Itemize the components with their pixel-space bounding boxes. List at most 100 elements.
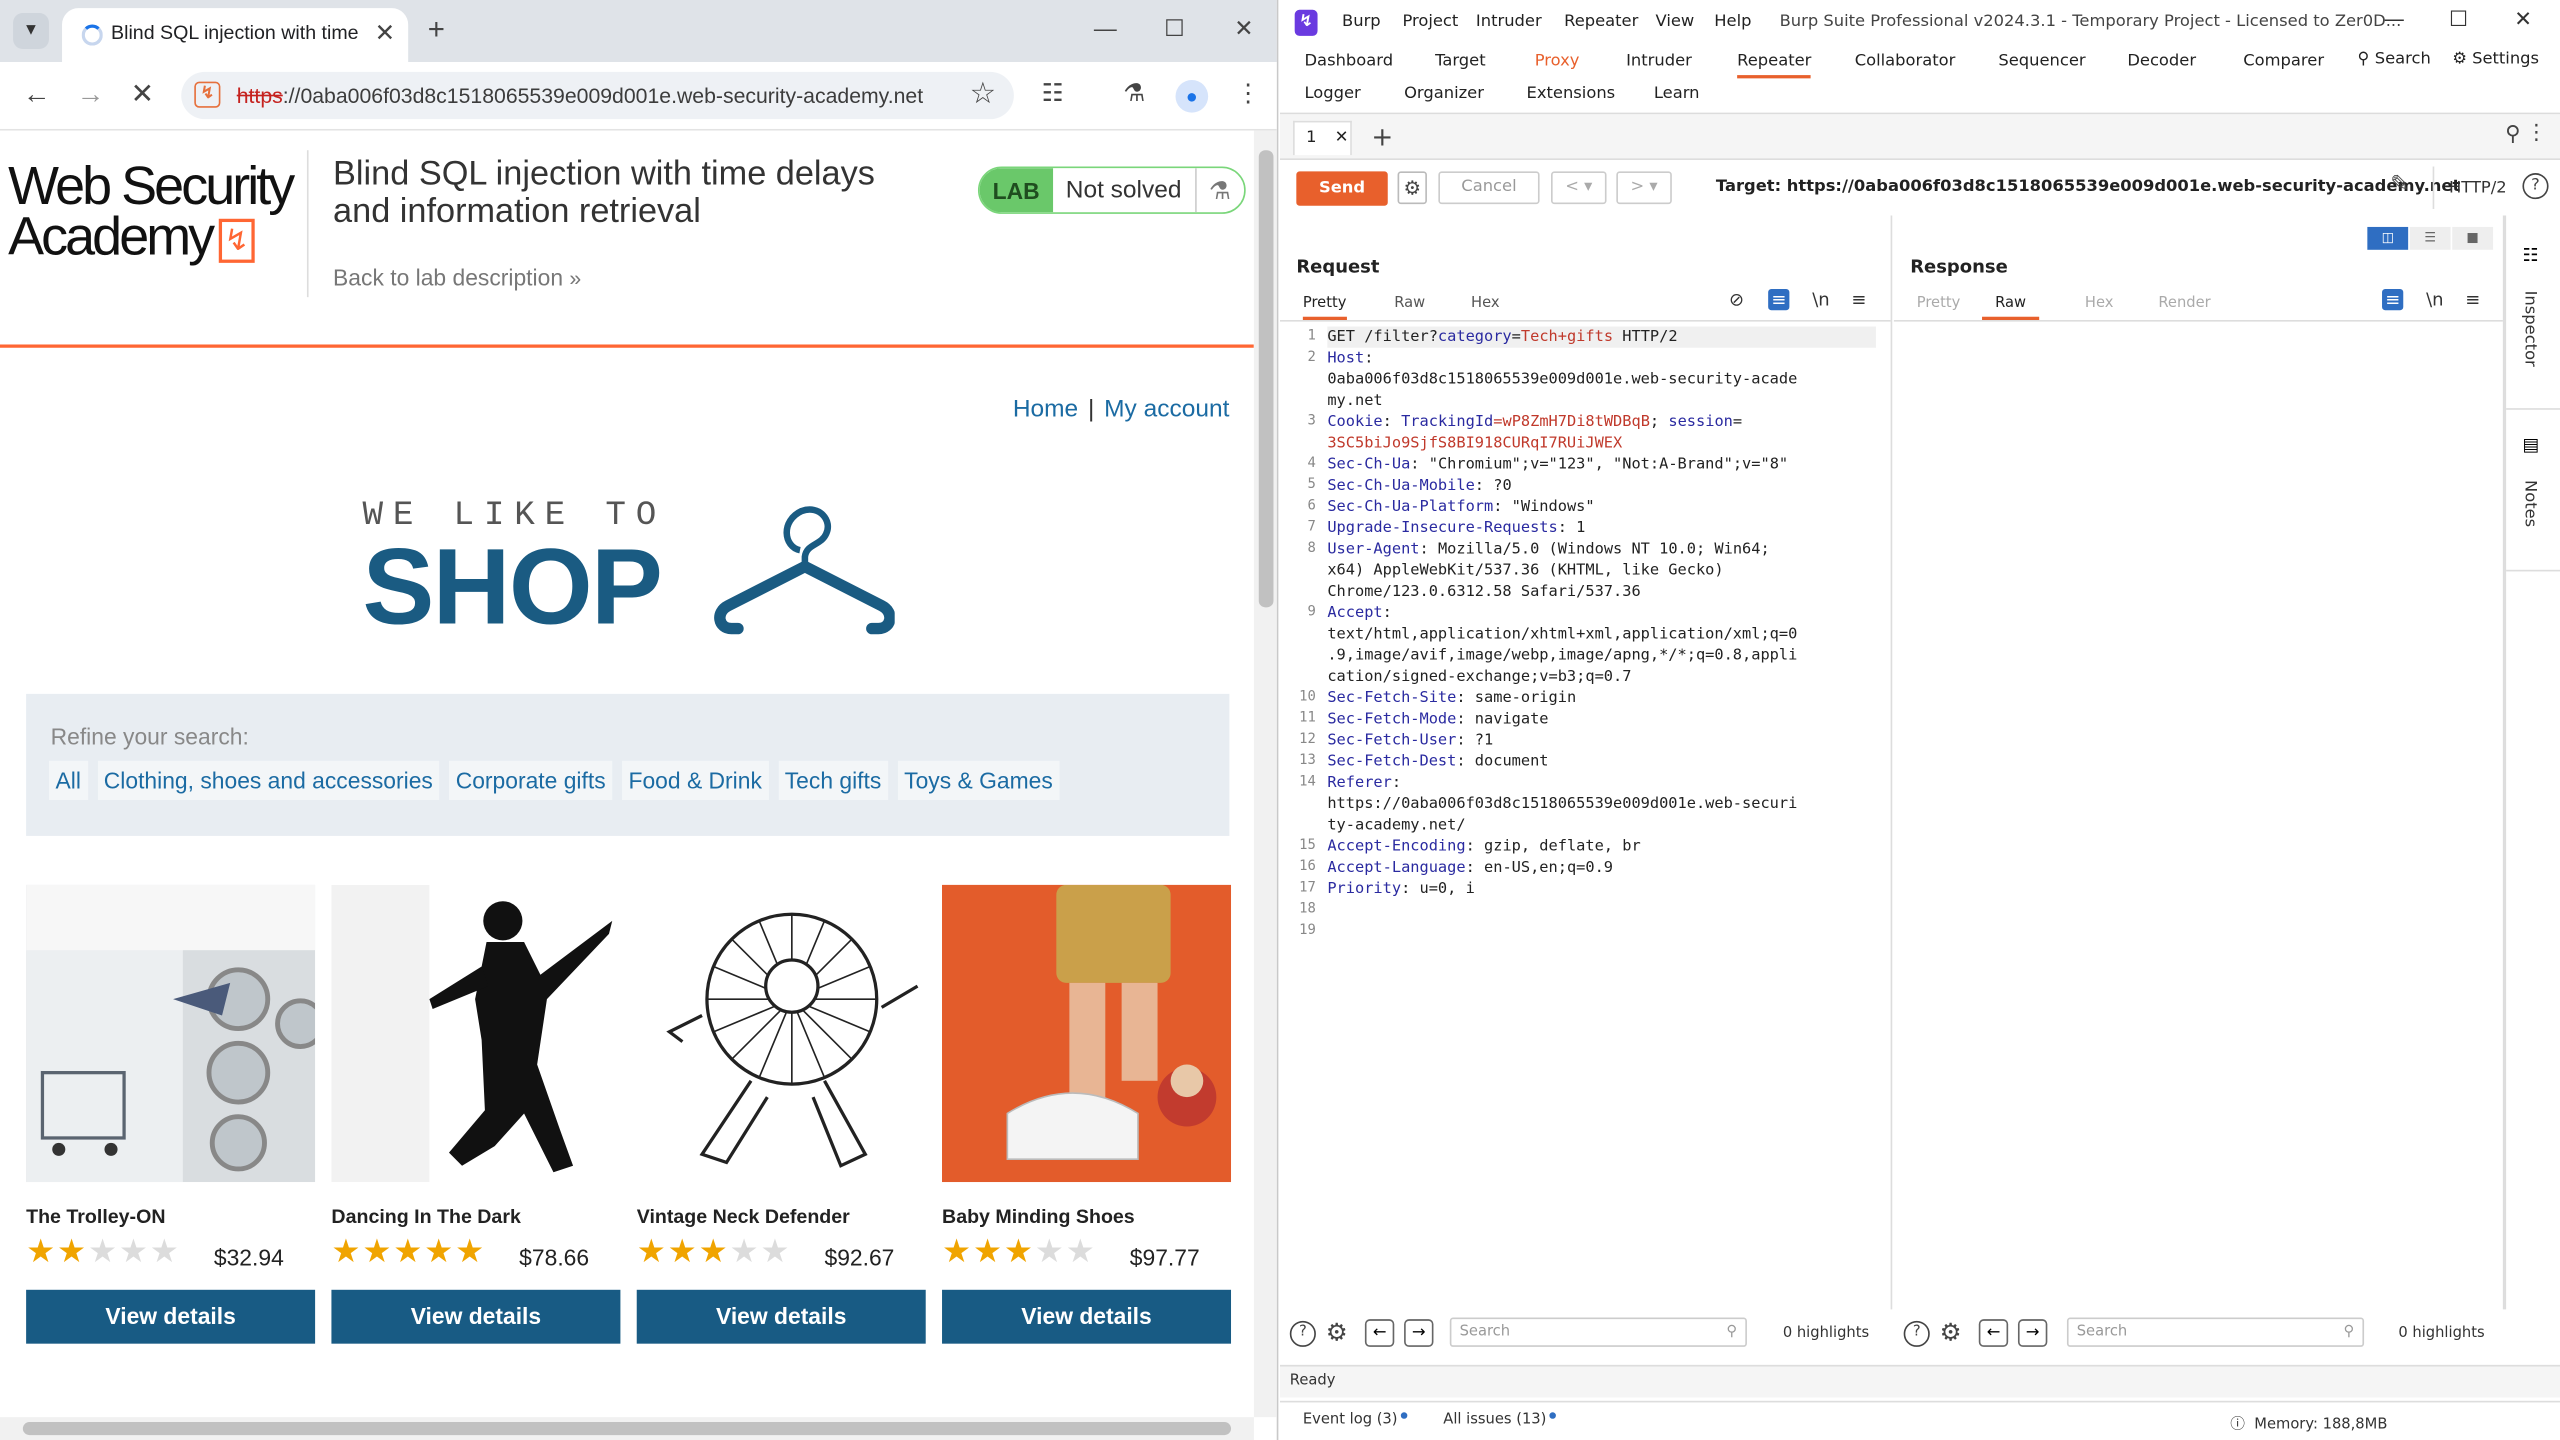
wrap-lines-icon[interactable]: ≡ [1768, 288, 1790, 311]
tab-comparer[interactable]: Comparer [2243, 52, 2324, 70]
close-window-icon[interactable]: ✕ [1234, 15, 1253, 43]
response-tab-render[interactable]: Render [2158, 296, 2210, 312]
send-button[interactable]: Send [1296, 171, 1388, 206]
help-icon[interactable]: ? [2522, 173, 2549, 200]
view-details-button[interactable]: View details [26, 1289, 316, 1344]
tab-proxy[interactable]: Proxy [1535, 52, 1580, 70]
product-image-trolley[interactable] [26, 884, 316, 1183]
history-back-button[interactable]: < ▾ [1551, 171, 1607, 205]
memory-indicator[interactable]: ⓘ Memory: 188,8MB [2230, 1412, 2387, 1433]
all-issues-link[interactable]: All issues (13) [1443, 1412, 1557, 1429]
inspector-tab[interactable]: Inspector [2521, 291, 2539, 367]
category-food-drink[interactable]: Food & Drink [621, 760, 769, 800]
help-icon[interactable]: ? [1903, 1320, 1930, 1347]
close-tab-icon[interactable]: ✕ [375, 18, 396, 48]
tab-sequencer[interactable]: Sequencer [1998, 52, 2085, 70]
extensions-icon[interactable]: ☷ [1042, 78, 1064, 108]
labs-flask-icon[interactable]: ⚗ [1123, 78, 1145, 108]
category-clothing[interactable]: Clothing, shoes and accessories [97, 760, 440, 800]
request-search-input[interactable]: Search ⚲ [1449, 1317, 1747, 1347]
tab-learn[interactable]: Learn [1654, 85, 1700, 103]
tab-extensions[interactable]: Extensions [1527, 85, 1616, 103]
tab-logger[interactable]: Logger [1304, 85, 1360, 103]
cancel-button[interactable]: Cancel [1438, 171, 1540, 205]
notes-tab[interactable]: Notes [2521, 480, 2539, 527]
history-forward-button[interactable]: > ▾ [1616, 171, 1672, 205]
prev-arrow-icon[interactable]: ← [1978, 1319, 2009, 1347]
menu-project[interactable]: Project [1402, 13, 1458, 31]
wrap-lines-icon[interactable]: ≡ [2382, 288, 2404, 311]
tab-repeater[interactable]: Repeater [1737, 52, 1812, 79]
inspector-icon[interactable]: ☷ [2522, 245, 2538, 266]
newline-icon[interactable]: \n [2426, 289, 2443, 310]
view-details-button[interactable]: View details [942, 1289, 1232, 1344]
http-version-selector[interactable]: HTTP/2 [2432, 166, 2507, 209]
edit-target-pencil-icon[interactable]: ✎ [2390, 171, 2409, 197]
response-search-input[interactable]: Search ⚲ [2066, 1317, 2365, 1347]
tab-collaborator[interactable]: Collaborator [1855, 52, 1956, 70]
help-icon[interactable]: ? [1289, 1320, 1316, 1347]
home-link[interactable]: Home [1013, 395, 1078, 423]
tab-organizer[interactable]: Organizer [1404, 85, 1484, 103]
forward-arrow-icon[interactable]: → [77, 78, 105, 111]
newline-icon[interactable]: \n [1812, 289, 1829, 310]
response-tab-raw[interactable]: Raw [1982, 296, 2040, 320]
product-image-dancing[interactable] [331, 884, 621, 1183]
view-details-button[interactable]: View details [636, 1289, 926, 1344]
tab-target[interactable]: Target [1435, 52, 1486, 70]
notes-icon[interactable]: ▤ [2522, 434, 2539, 455]
address-url[interactable]: https://0aba006f03d8c1518065539e009d001e… [237, 83, 923, 107]
global-search[interactable]: ⚲ Search [2358, 51, 2431, 69]
profile-avatar-icon[interactable]: ● [1175, 79, 1209, 113]
back-arrow-icon[interactable]: ← [23, 78, 51, 111]
event-log-link[interactable]: Event log (3) [1303, 1412, 1408, 1429]
product-image-neck-defender[interactable] [636, 884, 926, 1183]
target-url[interactable]: Target: https://0aba006f03d8c1518065539e… [1716, 178, 2460, 196]
tab-search-icon[interactable]: ▼ [13, 13, 49, 49]
maximize-icon[interactable]: ☐ [2449, 8, 2468, 32]
response-tab-hex[interactable]: Hex [2085, 296, 2114, 312]
back-to-lab-link[interactable]: Back to lab description » [333, 264, 581, 290]
view-details-button[interactable]: View details [331, 1289, 621, 1344]
close-window-icon[interactable]: ✕ [2514, 8, 2532, 32]
response-tab-pretty[interactable]: Pretty [1917, 296, 1961, 312]
request-editor[interactable]: 1 GET /filter?category=Tech+gifts HTTP/2 2… [1280, 326, 1876, 1307]
menu-help[interactable]: Help [1714, 13, 1751, 31]
page-horizontal-scrollbar[interactable] [0, 1417, 1254, 1440]
new-tab-icon[interactable]: + [428, 13, 445, 47]
bookmark-star-icon[interactable]: ☆ [970, 77, 996, 111]
minimize-icon[interactable]: — [1094, 15, 1117, 41]
send-settings-gear-icon[interactable]: ⚙ [1397, 171, 1427, 205]
search-icon[interactable]: ⚲ [2505, 122, 2521, 146]
tab-intruder[interactable]: Intruder [1626, 52, 1692, 70]
menu-repeater[interactable]: Repeater [1564, 13, 1638, 31]
request-tab-hex[interactable]: Hex [1471, 296, 1500, 312]
request-tab-raw[interactable]: Raw [1394, 296, 1425, 312]
menu-view[interactable]: View [1656, 13, 1695, 31]
minimize-icon[interactable]: — [2384, 8, 2405, 32]
more-options-icon[interactable]: ⋮ [2526, 121, 2547, 145]
category-toys-games[interactable]: Toys & Games [897, 760, 1060, 800]
repeater-tab-1[interactable]: 1 ✕ [1293, 120, 1352, 156]
tab-decoder[interactable]: Decoder [2127, 52, 2196, 70]
gear-icon[interactable]: ⚙ [1940, 1318, 1962, 1347]
maximize-icon[interactable]: ☐ [1164, 15, 1185, 43]
close-tab-icon[interactable]: ✕ [1335, 129, 1349, 147]
product-image-baby-shoes[interactable] [942, 884, 1232, 1183]
pane-menu-icon[interactable]: ≡ [1851, 289, 1866, 310]
category-tech-gifts[interactable]: Tech gifts [778, 760, 888, 800]
web-security-academy-logo[interactable]: Web Security Academy ↯ [8, 158, 295, 262]
menu-intruder[interactable]: Intruder [1476, 13, 1542, 31]
gear-icon[interactable]: ⚙ [1326, 1318, 1348, 1347]
scrollbar-thumb[interactable] [22, 1422, 1232, 1436]
tab-dashboard[interactable]: Dashboard [1304, 52, 1393, 70]
add-tab-icon[interactable]: + [1371, 121, 1393, 152]
category-corporate-gifts[interactable]: Corporate gifts [449, 760, 613, 800]
scrollbar-thumb[interactable] [1258, 150, 1274, 608]
request-tab-pretty[interactable]: Pretty [1302, 296, 1347, 320]
address-bar[interactable]: ↯ https://0aba006f03d8c1518065539e009d00… [181, 71, 1014, 120]
stop-loading-icon[interactable]: ✕ [131, 78, 154, 111]
global-settings[interactable]: ⚙ Settings [2452, 51, 2539, 69]
browser-menu-icon[interactable]: ⋮ [1236, 78, 1260, 108]
category-all[interactable]: All [48, 760, 88, 800]
